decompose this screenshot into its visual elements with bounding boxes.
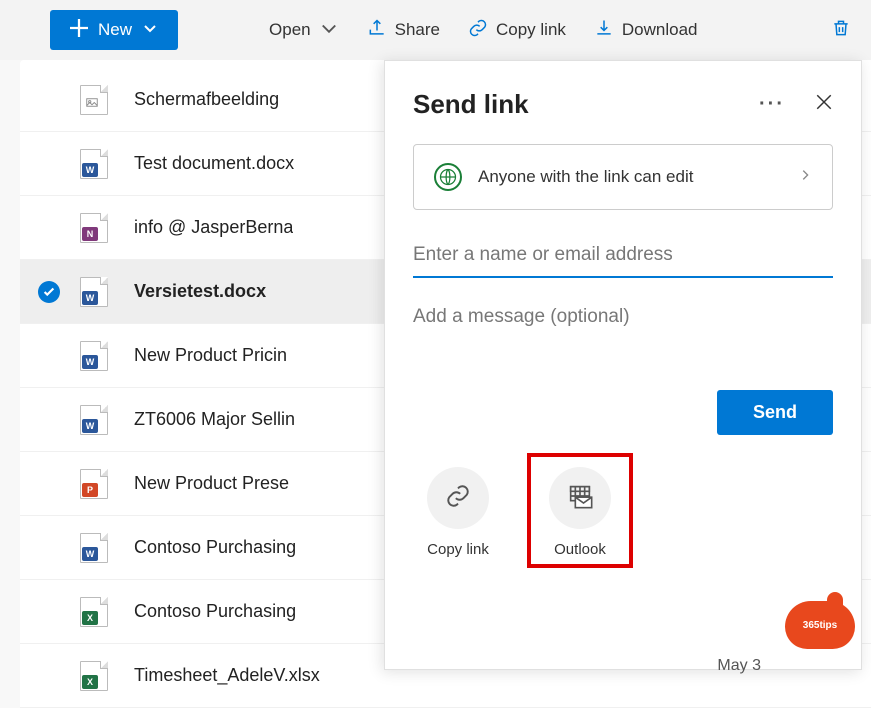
file-name: New Product Pricin bbox=[134, 345, 287, 366]
file-name: New Product Prese bbox=[134, 473, 289, 494]
date-text: May 3 bbox=[717, 657, 761, 675]
one-file-icon: N bbox=[80, 213, 108, 243]
file-name: Contoso Purchasing bbox=[134, 537, 296, 558]
panel-header: Send link ··· bbox=[413, 89, 833, 120]
word-file-icon: W bbox=[80, 341, 108, 371]
new-button-label: New bbox=[98, 20, 132, 40]
delete-button[interactable] bbox=[831, 18, 851, 43]
word-file-icon: W bbox=[80, 149, 108, 179]
link-permissions-selector[interactable]: Anyone with the link can edit bbox=[413, 144, 833, 210]
img-file-icon bbox=[80, 85, 108, 115]
xls-file-icon: X bbox=[80, 661, 108, 691]
chevron-down-icon bbox=[142, 20, 158, 41]
send-link-panel: Send link ··· Anyone with the link can e… bbox=[384, 60, 862, 670]
copy-link-option[interactable]: Copy link bbox=[427, 467, 489, 562]
share-button[interactable]: Share bbox=[367, 18, 440, 43]
xls-file-icon: X bbox=[80, 597, 108, 627]
word-file-icon: W bbox=[80, 405, 108, 435]
open-button[interactable]: Open bbox=[269, 18, 339, 43]
plus-icon bbox=[70, 19, 88, 42]
copy-link-label: Copy link bbox=[496, 20, 566, 40]
send-button[interactable]: Send bbox=[717, 390, 833, 435]
link-icon bbox=[468, 18, 488, 43]
download-label: Download bbox=[622, 20, 698, 40]
file-name: info @ JasperBerna bbox=[134, 217, 293, 238]
ppt-file-icon: P bbox=[80, 469, 108, 499]
more-options-button[interactable]: ··· bbox=[759, 93, 785, 116]
permission-text: Anyone with the link can edit bbox=[478, 167, 782, 187]
file-name: ZT6006 Major Sellin bbox=[134, 409, 295, 430]
recipient-input[interactable] bbox=[413, 238, 833, 278]
watermark-badge: 365tips bbox=[785, 601, 855, 649]
outlook-option-label: Outlook bbox=[554, 541, 606, 558]
close-button[interactable] bbox=[815, 93, 833, 117]
word-file-icon: W bbox=[80, 277, 108, 307]
share-options: Copy link Outlook bbox=[413, 457, 833, 566]
file-name: Contoso Purchasing bbox=[134, 601, 296, 622]
share-icon bbox=[367, 18, 387, 43]
copy-link-button[interactable]: Copy link bbox=[468, 18, 566, 43]
file-name: Schermafbeelding bbox=[134, 89, 279, 110]
chevron-right-icon bbox=[798, 168, 812, 187]
outlook-icon bbox=[566, 482, 594, 515]
trash-icon bbox=[831, 18, 851, 43]
new-button[interactable]: New bbox=[50, 10, 178, 50]
download-icon bbox=[594, 18, 614, 43]
message-input[interactable] bbox=[413, 304, 833, 330]
chevron-down-icon bbox=[319, 18, 339, 43]
file-name: Versietest.docx bbox=[134, 281, 266, 302]
command-bar: New Open Share Copy link Download bbox=[0, 0, 871, 60]
panel-title: Send link bbox=[413, 89, 529, 120]
selected-check-icon bbox=[38, 281, 60, 303]
copy-link-option-label: Copy link bbox=[427, 541, 489, 558]
outlook-option[interactable]: Outlook bbox=[549, 467, 611, 558]
word-file-icon: W bbox=[80, 533, 108, 563]
link-icon bbox=[445, 483, 471, 514]
highlight-annotation: Outlook bbox=[527, 453, 633, 568]
share-label: Share bbox=[395, 20, 440, 40]
globe-icon bbox=[434, 163, 462, 191]
download-button[interactable]: Download bbox=[594, 18, 698, 43]
watermark-text: 365tips bbox=[803, 620, 837, 631]
file-name: Test document.docx bbox=[134, 153, 294, 174]
file-name: Timesheet_AdeleV.xlsx bbox=[134, 665, 320, 686]
open-label: Open bbox=[269, 20, 311, 40]
